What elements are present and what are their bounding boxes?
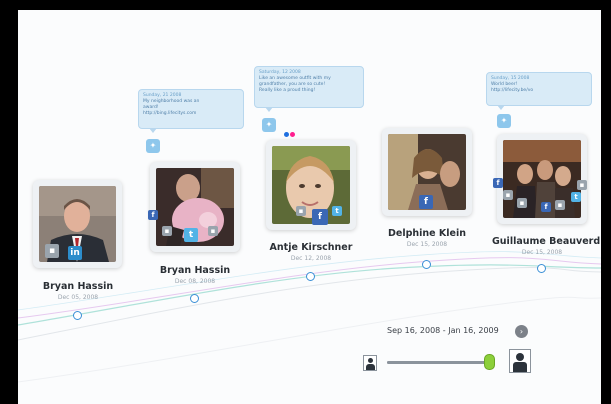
- flickr-dot-pink: [290, 132, 295, 137]
- tweet-bubble[interactable]: Saturday, 12 2008 Like an awesome outfit…: [254, 66, 364, 112]
- person-icon-head: [368, 358, 373, 363]
- tweet-line: http://lifecity.be/vo: [491, 88, 534, 93]
- facebook-icon[interactable]: f: [312, 209, 328, 225]
- person-card[interactable]: ▪ in: [33, 180, 122, 268]
- person-icon-head: [516, 353, 524, 361]
- date-range-label: Sep 16, 2008 - Jan 16, 2009: [387, 326, 499, 335]
- monitor-bezel: ▪ in Bryan Hassin Dec 05, 2008 f ▪ t ▪ B…: [0, 0, 611, 404]
- timeline-node[interactable]: [537, 264, 546, 273]
- timeline-screen: ▪ in Bryan Hassin Dec 05, 2008 f ▪ t ▪ B…: [18, 10, 601, 404]
- facebook-icon[interactable]: f: [541, 202, 551, 212]
- grey-icon[interactable]: ▪: [555, 200, 565, 210]
- grey-icon[interactable]: ▪: [45, 244, 59, 258]
- facebook-icon[interactable]: f: [419, 195, 433, 209]
- timeline-node[interactable]: [73, 311, 82, 320]
- tweet-line: http://bing.lifecitys.com: [143, 111, 197, 116]
- tweet-line: Really like a proud thing!: [259, 88, 316, 93]
- grey-icon[interactable]: ▪: [162, 226, 172, 236]
- person-date: Dec 15, 2008: [521, 249, 563, 256]
- twitter-icon[interactable]: t: [332, 206, 342, 216]
- person-name: Bryan Hassin: [159, 265, 231, 276]
- zoom-slider-thumb[interactable]: [484, 354, 495, 370]
- twitter-icon[interactable]: ✦: [146, 139, 160, 153]
- zoom-slider-track[interactable]: [387, 361, 495, 364]
- person-icon[interactable]: [509, 349, 531, 373]
- timeline-node[interactable]: [190, 294, 199, 303]
- person-name: Delphine Klein: [388, 228, 466, 239]
- person-name: Antje Kirschner: [269, 242, 353, 253]
- grey-icon[interactable]: ▪: [517, 198, 527, 208]
- tweet-bubble[interactable]: Sunday, 21 2008 My neighborhood was an a…: [138, 89, 244, 133]
- facebook-icon[interactable]: f: [493, 178, 503, 188]
- flickr-dot-blue: [284, 132, 289, 137]
- person-date: Dec 12, 2008: [290, 255, 332, 262]
- linkedin-icon[interactable]: in: [68, 246, 82, 260]
- person-card[interactable]: f: [382, 128, 472, 216]
- twitter-icon[interactable]: ✦: [497, 114, 511, 128]
- person-date: Dec 08, 2008: [174, 278, 216, 285]
- person-icon-body: [366, 364, 375, 370]
- timeline-node[interactable]: [422, 260, 431, 269]
- person-card[interactable]: f ▪ t ▪: [148, 162, 240, 252]
- zoom-slider-fill: [387, 361, 487, 364]
- person-name: Bryan Hassin: [42, 281, 114, 292]
- grey-icon[interactable]: ▪: [503, 190, 513, 200]
- person-name: Guillaume Beauverd: [492, 236, 601, 247]
- facebook-icon[interactable]: f: [148, 210, 158, 220]
- twitter-icon[interactable]: t: [571, 192, 581, 202]
- timeline-node[interactable]: [306, 272, 315, 281]
- person-date: Dec 05, 2008: [57, 294, 99, 301]
- tweet-bubble[interactable]: Sunday, 15 2008 World beer! http://lifec…: [486, 72, 592, 110]
- flickr-icon[interactable]: [284, 122, 295, 141]
- next-arrow-icon[interactable]: ›: [515, 325, 528, 338]
- person-date: Dec 15, 2008: [406, 241, 448, 248]
- person-card[interactable]: ▪ f t: [266, 140, 356, 230]
- grey-icon[interactable]: ▪: [296, 206, 306, 216]
- grey-icon[interactable]: ▪: [208, 226, 218, 236]
- person-icon[interactable]: [363, 355, 377, 371]
- person-icon-body: [513, 362, 527, 372]
- twitter-icon[interactable]: ✦: [262, 118, 276, 132]
- person-card[interactable]: f ▪ ▪ f ▪ t ▪: [493, 134, 587, 224]
- twitter-icon[interactable]: t: [184, 228, 198, 242]
- grey-icon[interactable]: ▪: [577, 180, 587, 190]
